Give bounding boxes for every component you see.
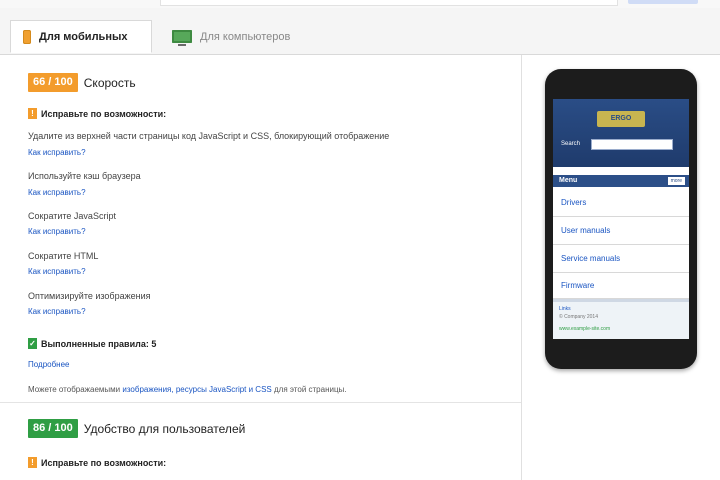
url-input[interactable] [160, 0, 618, 6]
how-to-fix-link[interactable]: Как исправить? [28, 267, 86, 276]
warning-icon: ! [28, 108, 37, 119]
site-menu-title: Menu [559, 177, 578, 184]
resources-note-prefix: Можете отображаемыми [28, 385, 121, 394]
site-footer-title: Links [559, 306, 571, 312]
resources-note: Можете отображаемыми изображения, ресурс… [28, 385, 347, 394]
how-to-fix-link[interactable]: Как исправить? [28, 307, 86, 316]
usability-title: Удобство для пользователей [83, 421, 246, 436]
usability-fix-section: ! Исправьте по возможности: [28, 457, 166, 468]
preview-panel: ERGO Search Menu more Drivers User manua… [523, 55, 720, 480]
site-menu-item: User manuals [553, 217, 689, 245]
how-to-fix-link[interactable]: Как исправить? [28, 227, 86, 236]
site-footer-text: © Company 2014 [559, 314, 598, 320]
site-logo: ERGO [597, 111, 645, 127]
site-search-input [591, 139, 673, 150]
site-menu-item: Drivers [553, 189, 689, 217]
tab-bar: Для мобильных Для компьютеров [0, 8, 720, 55]
section-divider [0, 402, 521, 403]
how-to-fix-link[interactable]: Как исправить? [28, 148, 86, 157]
rule-title-browser-cache: Используйте кэш браузера [28, 171, 141, 181]
results-panel: 66 / 100 Скорость ! Исправьте по возможн… [0, 55, 522, 480]
site-menu-item: Firmware [553, 273, 689, 299]
site-footer: Links © Company 2014 www.example-site.co… [553, 299, 689, 339]
rule-title-optimize-images: Оптимизируйте изображения [28, 291, 151, 301]
tab-mobile-label: Для мобильных [39, 30, 128, 43]
site-menu-more: more [667, 177, 685, 185]
warning-icon: ! [28, 457, 37, 468]
site-header: ERGO Search [553, 99, 689, 167]
site-menu-bar: Menu more [553, 175, 689, 187]
analyze-button[interactable] [628, 0, 698, 4]
site-search-label: Search [561, 141, 581, 147]
resources-note-link[interactable]: изображения, ресурсы JavaScript и CSS [122, 385, 271, 394]
passed-rules-title: Выполненные правила: 5 [41, 338, 157, 349]
speed-fix-title: Исправьте по возможности: [41, 108, 167, 119]
show-details-link[interactable]: Подробнее [28, 360, 70, 369]
speed-passed-section: ✓ Выполненные правила: 5 [28, 338, 156, 349]
rule-title-minify-html: Сократите HTML [28, 251, 99, 261]
rule-title-render-blocking: Удалите из верхней части страницы код Ja… [28, 131, 390, 141]
speed-title: Скорость [83, 75, 136, 90]
rule-title-minify-js: Сократите JavaScript [28, 211, 116, 221]
speed-score-line: 66 / 100 Скорость [28, 73, 136, 92]
tab-desktop-label: Для компьютеров [200, 30, 291, 43]
tab-desktop[interactable]: Для компьютеров [160, 20, 320, 53]
checkmark-icon: ✓ [28, 338, 37, 349]
usability-fix-title: Исправьте по возможности: [41, 457, 167, 468]
resources-note-suffix: для этой страницы. [274, 385, 347, 394]
how-to-fix-link[interactable]: Как исправить? [28, 188, 86, 197]
mobile-icon [23, 29, 31, 44]
phone-mockup: ERGO Search Menu more Drivers User manua… [545, 69, 697, 369]
phone-screen: ERGO Search Menu more Drivers User manua… [553, 99, 689, 339]
site-menu-item: Service manuals [553, 245, 689, 273]
usability-score-line: 86 / 100 Удобство для пользователей [28, 419, 245, 438]
desktop-icon [172, 30, 192, 46]
speed-score-badge: 66 / 100 [28, 73, 78, 92]
tab-mobile[interactable]: Для мобильных [10, 20, 152, 53]
site-footer-link: www.example-site.com [559, 326, 611, 332]
speed-fix-section: ! Исправьте по возможности: [28, 108, 166, 119]
usability-score-badge: 86 / 100 [28, 419, 78, 438]
